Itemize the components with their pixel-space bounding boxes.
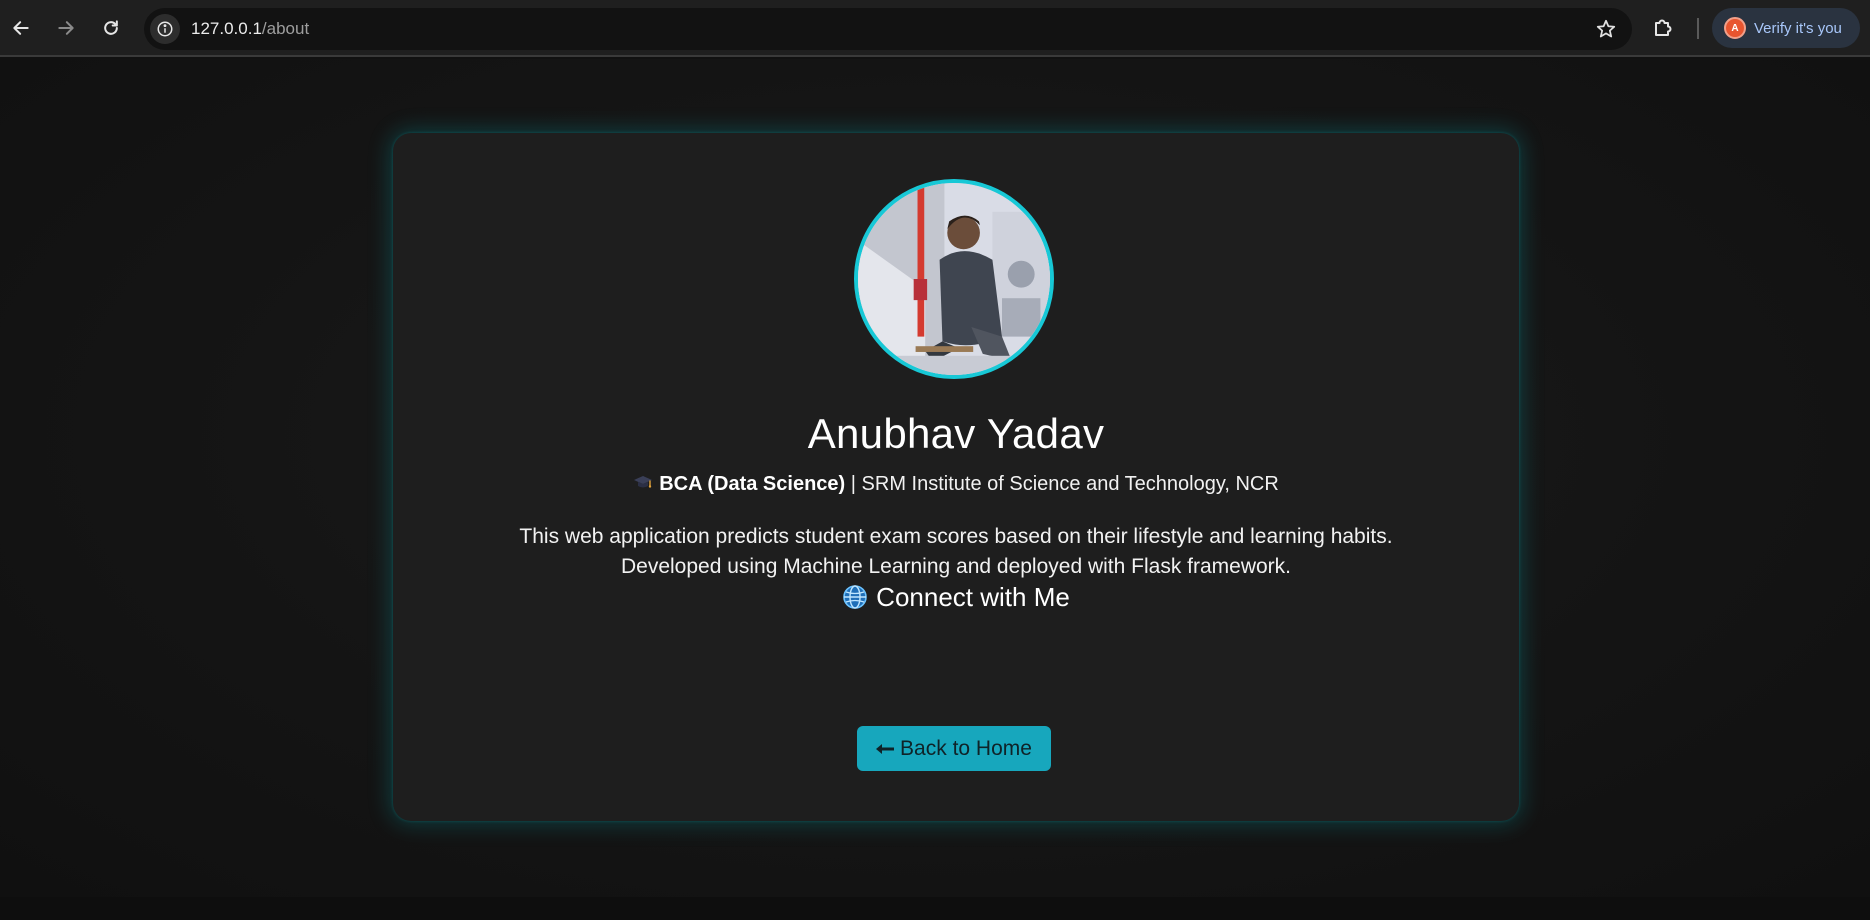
puzzle-icon [1655,19,1672,36]
url-host: 127.0.0.1 [191,19,262,38]
project-description: This web application predicts student ex… [393,522,1519,582]
url-path: /about [261,19,310,38]
degree-text: BCA (Data Science) [659,473,846,495]
page-background: Anubhav Yadav BCA (Data Science) | SRM I… [0,59,1870,897]
description-line-1: This web application predicts student ex… [519,525,1393,548]
globe-icon [843,585,867,609]
reload-button[interactable] [93,10,129,46]
back-to-home-button[interactable]: Back to Home [857,726,1051,771]
education-separator: | [850,473,856,495]
browser-toolbar: 127.0.0.1/about A Verify it's you [0,0,1870,57]
extensions-button[interactable] [1648,13,1678,43]
info-icon [157,21,173,37]
arrow-right-icon [58,21,74,35]
graduation-cap-icon [634,476,653,488]
arrow-left-icon [13,21,29,35]
about-card: Anubhav Yadav BCA (Data Science) | SRM I… [393,133,1519,821]
profile-name: Anubhav Yadav [807,410,1105,457]
back-to-home-label: Back to Home [900,736,1032,760]
toolbar-divider [1697,18,1699,39]
description-line-2: Developed using Machine Learning and dep… [620,555,1292,578]
forward-button[interactable] [48,10,84,46]
back-button[interactable] [3,10,39,46]
profile-label: Verify it's you [1754,19,1842,37]
profile-photo [854,179,1054,379]
connect-heading: Connect with Me [393,582,1519,613]
profile-avatar: A [1724,17,1746,39]
star-icon [1596,19,1616,38]
education-line: BCA (Data Science) | SRM Institute of Sc… [393,473,1519,496]
arrow-left-icon [876,743,895,754]
institution-text: SRM Institute of Science and Technology,… [861,473,1279,495]
bookmark-button[interactable] [1594,17,1618,41]
profile-chip[interactable]: A Verify it's you [1712,8,1860,48]
site-info-button[interactable] [150,14,180,44]
profile-photo-image [858,183,1050,375]
address-bar[interactable]: 127.0.0.1/about [144,8,1632,50]
reload-icon [104,20,118,35]
connect-heading-text: Connect with Me [876,582,1070,612]
page-bottom-strip [0,897,1870,920]
url-text[interactable]: 127.0.0.1/about [191,19,309,39]
